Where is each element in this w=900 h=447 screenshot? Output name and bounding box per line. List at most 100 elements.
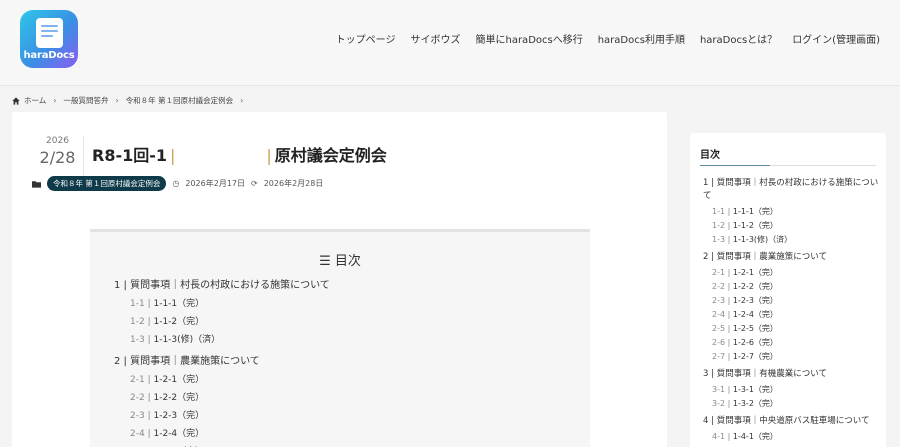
toc-item-number: 1-1 — [130, 299, 145, 309]
title-part1: R8-1回-1 — [92, 146, 168, 165]
breadcrumb-category[interactable]: 一般質問答弁 — [63, 95, 108, 106]
logo-text: haraDocs — [23, 50, 75, 61]
toc-item[interactable]: 2-2 | 1-2-2（完） — [130, 390, 330, 403]
sidebar-toc-item-number: 1-3 — [712, 235, 726, 244]
sidebar-toc-item-number: 1-2 — [712, 221, 726, 230]
sidebar-toc-section[interactable]: 2 | 質問事項｜農業施策について — [703, 251, 879, 264]
toc-section[interactable]: 1 | 質問事項｜村長の村政における施策について — [114, 276, 330, 291]
sidebar-toc-item[interactable]: 1-3 | 1-1-3(修)（済） — [712, 234, 879, 245]
toc-item[interactable]: 2-4 | 1-2-4（完） — [130, 426, 330, 439]
sidebar-toc-item[interactable]: 3-2 | 1-3-2（完） — [712, 398, 879, 409]
sidebar-toc-item-number: 2-7 — [712, 352, 726, 361]
toc-list: 1 | 質問事項｜村長の村政における施策について 1-1 | 1-1-1（完） 1-… — [114, 276, 330, 447]
toc-item-label: 1-2-1（完） — [153, 375, 205, 385]
sidebar-toc-item-label: 1-2-7（完） — [732, 352, 778, 361]
toc-item[interactable]: 2-1 | 1-2-1（完） — [130, 372, 330, 385]
sidebar-toc-item-number: 3-1 — [712, 385, 726, 394]
list-icon: ☰ — [319, 254, 331, 269]
sidebar-toc-section-label: 質問事項｜有機農業について — [716, 369, 827, 379]
sidebar-toc-item[interactable]: 2-2 | 1-2-2（完） — [712, 281, 879, 292]
sidebar-toc-item-number: 2-5 — [712, 324, 726, 333]
global-nav: トップページ サイボウズ 簡単にharaDocsへ移行 haraDocs利用手順… — [336, 31, 880, 46]
breadcrumb-subcategory[interactable]: 令和８年 第１回原村議会定例会 — [126, 95, 233, 106]
published-date: 2026年2月17日 — [185, 179, 246, 188]
sidebar-toc-item[interactable]: 1-2 | 1-1-2（完） — [712, 220, 879, 231]
toc-item[interactable]: 1-3 | 1-1-3(修)（済） — [130, 332, 330, 345]
sidebar-toc-item-label: 1-2-5（完） — [732, 324, 778, 333]
sidebar-toc-item-number: 1-1 — [712, 207, 726, 216]
toc-item-label: 1-1-3(修)（済） — [153, 335, 221, 345]
nav-item-top[interactable]: トップページ — [336, 31, 396, 46]
toc-section[interactable]: 2 | 質問事項｜農業施策について — [114, 352, 330, 367]
sidebar-toc-section-label: 質問事項｜村長の村政における施策について — [703, 178, 879, 201]
breadcrumb: ホーム › 一般質問答弁 › 令和８年 第１回原村議会定例会 › — [12, 95, 246, 106]
sidebar-toc-item-label: 1-1-1（完） — [732, 207, 778, 216]
sidebar-toc-item[interactable]: 4-1 | 1-4-1（完） — [712, 431, 879, 442]
category-badge[interactable]: 令和８年 第１回原村議会定例会 — [47, 176, 167, 191]
sidebar-toc-item-label: 1-1-3(修)（済） — [732, 235, 793, 244]
toc-section-label: 質問事項｜農業施策について — [130, 356, 260, 367]
title-part2: 原村議会定例会 — [274, 146, 387, 165]
refresh-icon: ⟳ — [251, 179, 258, 188]
sidebar-toc-item-number: 2-2 — [712, 282, 726, 291]
sidebar-toc-item-label: 1-1-2（完） — [732, 221, 778, 230]
sidebar-toc-list: 1 | 質問事項｜村長の村政における施策について 1-1 | 1-1-1（完） 1-… — [703, 177, 879, 442]
sidebar-toc-item-number: 4-1 — [712, 432, 726, 441]
sidebar-toc-section[interactable]: 1 | 質問事項｜村長の村政における施策について — [703, 177, 879, 203]
toc-item-label: 1-1-1（完） — [153, 299, 205, 309]
sidebar-toc-item-number: 3-2 — [712, 399, 726, 408]
sidebar-title: 目次 — [700, 150, 720, 161]
sidebar-toc-item-label: 1-2-3（完） — [732, 296, 778, 305]
nav-item-migrate[interactable]: 簡単にharaDocsへ移行 — [475, 31, 582, 46]
toc-item[interactable]: 1-1 | 1-1-1（完） — [130, 296, 330, 309]
toc-item-number: 1-2 — [130, 317, 145, 327]
sidebar-toc-section-label: 質問事項｜中央道原バス駐車場について — [716, 416, 870, 426]
sidebar-toc: 目次 1 | 質問事項｜村長の村政における施策について 1-1 | 1-1-1（完… — [690, 133, 886, 447]
main-article: 2026 2/28 R8-1回-1 | | 原村議会定例会 令和８年 第１回原村議会定… — [12, 112, 667, 447]
toc-item[interactable]: 1-2 | 1-1-2（完） — [130, 314, 330, 327]
post-year: 2026 — [46, 136, 69, 146]
toc-item-label: 1-2-3（完） — [153, 411, 205, 421]
toc-section-label: 質問事項｜村長の村政における施策について — [130, 280, 330, 291]
toc-title: ☰ 目次 — [319, 254, 361, 269]
chevron-right-icon: › — [115, 96, 119, 105]
nav-item-login[interactable]: ログイン(管理画面) — [792, 31, 880, 46]
sidebar-toc-section[interactable]: 4 | 質問事項｜中央道原バス駐車場について — [703, 415, 879, 428]
sidebar-toc-item-label: 1-2-1（完） — [732, 268, 778, 277]
page-title: R8-1回-1 | | 原村議会定例会 — [92, 146, 387, 165]
sidebar-toc-item[interactable]: 2-4 | 1-2-4（完） — [712, 309, 879, 320]
sidebar-toc-section-label: 質問事項｜農業施策について — [716, 252, 827, 262]
sidebar-toc-item[interactable]: 2-6 | 1-2-6（完） — [712, 337, 879, 348]
toc-item-label: 1-1-2（完） — [153, 317, 205, 327]
toc-item-number: 2-4 — [130, 429, 145, 439]
sidebar-toc-item[interactable]: 2-5 | 1-2-5（完） — [712, 323, 879, 334]
sidebar-toc-item[interactable]: 3-1 | 1-3-1（完） — [712, 384, 879, 395]
nav-item-usage[interactable]: haraDocs利用手順 — [598, 31, 685, 46]
toc-item-number: 1-3 — [130, 335, 145, 345]
sidebar-toc-item-label: 1-2-6（完） — [732, 338, 778, 347]
sidebar-toc-item[interactable]: 1-1 | 1-1-1（完） — [712, 206, 879, 217]
nav-item-cybozu[interactable]: サイボウズ — [410, 31, 460, 46]
sidebar-toc-section[interactable]: 3 | 質問事項｜有機農業について — [703, 368, 879, 381]
table-of-contents: ☰ 目次 1 | 質問事項｜村長の村政における施策について 1-1 | 1-1-1… — [90, 229, 590, 447]
chevron-right-icon: › — [53, 96, 57, 105]
toc-item[interactable]: 2-3 | 1-2-3（完） — [130, 408, 330, 421]
document-icon — [36, 18, 63, 48]
toc-item-label: 1-2-4（完） — [153, 429, 205, 439]
sidebar-toc-item-label: 1-2-2（完） — [732, 282, 778, 291]
sidebar-toc-item-label: 1-2-4（完） — [732, 310, 778, 319]
sidebar-toc-item[interactable]: 2-7 | 1-2-7（完） — [712, 351, 879, 362]
site-logo[interactable]: haraDocs — [20, 10, 78, 68]
breadcrumb-home[interactable]: ホーム — [24, 95, 46, 106]
post-month-day: 2/28 — [39, 148, 76, 167]
folder-icon — [32, 180, 41, 188]
sidebar-toc-item[interactable]: 2-3 | 1-2-3（完） — [712, 295, 879, 306]
home-icon — [12, 96, 20, 105]
sidebar-toc-item[interactable]: 2-1 | 1-2-1（完） — [712, 267, 879, 278]
clock-icon: ◷ — [172, 179, 180, 188]
nav-item-about[interactable]: haraDocsとは？ — [700, 31, 777, 46]
chevron-right-icon: › — [240, 96, 244, 105]
post-meta: 令和８年 第１回原村議会定例会 ◷ 2026年2月17日 ⟳ 2026年2月28… — [32, 176, 323, 191]
sidebar-toc-item-label: 1-3-2（完） — [732, 399, 778, 408]
toc-item-label: 1-2-2（完） — [153, 393, 205, 403]
